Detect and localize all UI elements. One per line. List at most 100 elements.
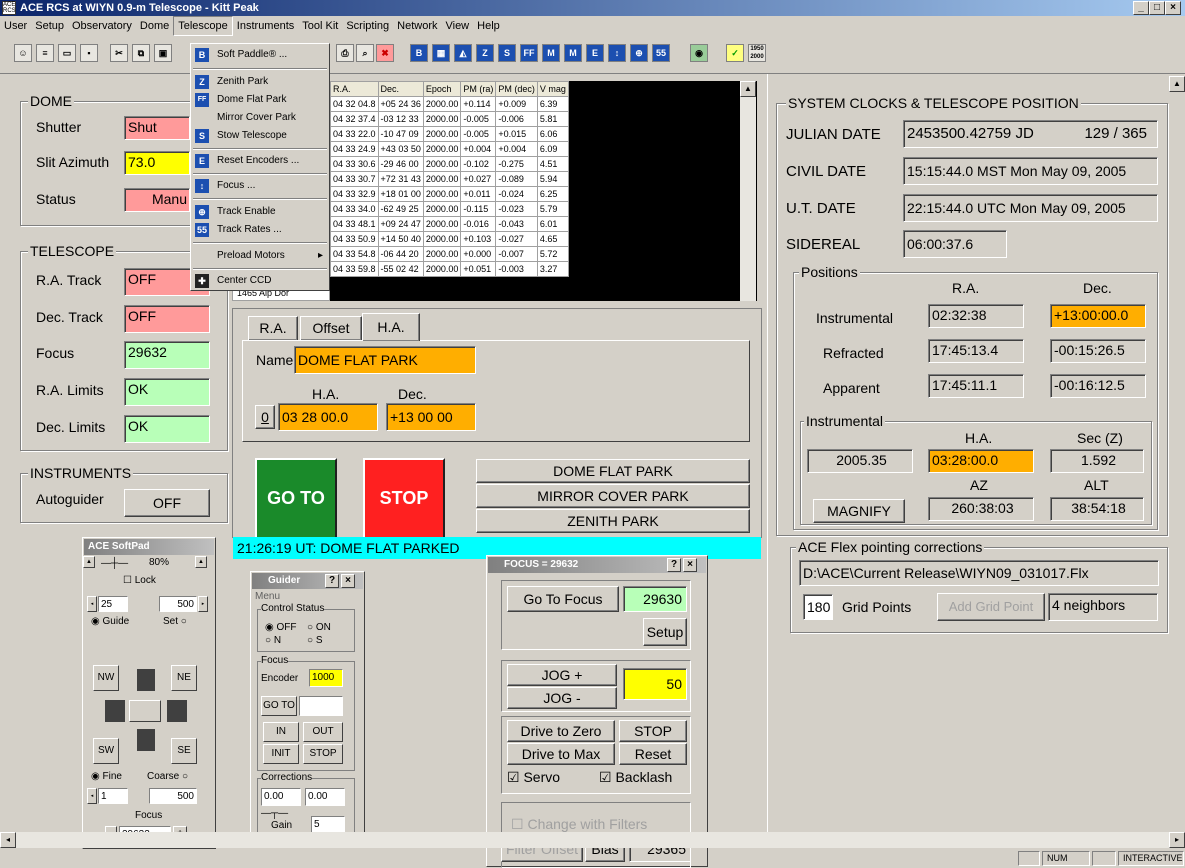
grid-points-input[interactable]: 180 [803,594,833,620]
copy-icon[interactable]: ⧉ [132,44,150,62]
paste-icon[interactable]: ▣ [154,44,172,62]
encoder-input[interactable]: 1000 [309,669,343,687]
close-icon[interactable]: × [1165,1,1181,15]
maximize-icon[interactable]: □ [1149,1,1165,15]
autoguider-button[interactable]: OFF [124,489,210,517]
ne-button[interactable]: NE [171,665,197,691]
table-row[interactable]: 04 33 30.6 -29 46 00 2000.00 -0.102 -0.275 4.… [330,156,569,172]
n-radio[interactable]: ○ N [265,635,281,646]
init-button[interactable]: INIT [263,744,299,764]
scroll-up-icon[interactable]: ▲ [740,81,756,97]
out-button[interactable]: OUT [303,722,343,742]
focus-stop-button[interactable]: STOP [619,720,687,742]
user-icon[interactable]: ☺ [14,44,32,62]
scroll-right-icon[interactable]: ▸ [1169,832,1185,848]
mirror-cover-park-button[interactable]: MIRROR COVER PARK [476,484,750,508]
zenith-park-button[interactable]: ZENITH PARK [476,509,750,533]
menu-help[interactable]: Help [473,17,504,35]
focus-close-button[interactable]: × [683,558,697,572]
menu-item-track-rates[interactable]: 55 Track Rates ... [191,221,329,239]
step-b-spin-icon[interactable]: ▸ [198,596,208,612]
print-icon[interactable]: ⎙ [336,44,354,62]
menu-item-soft-paddle[interactable]: B Soft Paddle® ... [191,46,329,64]
star-column-header[interactable]: PM (dec) [495,81,538,97]
menu-item-zenith-park[interactable]: Z Zenith Park [191,73,329,91]
change-with-filters-checkbox[interactable]: ☐ Change with Filters [511,816,647,833]
set-radio[interactable]: Set ○ [163,616,187,627]
dome-flat-icon[interactable]: FF [520,44,538,62]
zenith-park-icon[interactable]: Z [476,44,494,62]
track-rates-icon[interactable]: 55 [652,44,670,62]
coarse-radio[interactable]: Coarse ○ [147,771,188,782]
menu-network[interactable]: Network [393,17,441,35]
horizontal-scrollbar[interactable]: ◂ ▸ [0,832,1185,848]
minimize-icon[interactable]: _ [1133,1,1149,15]
se-button[interactable]: SE [171,738,197,764]
menu-item-focus[interactable]: ↕ Focus ... [191,177,329,195]
zero-button[interactable]: 0 [255,405,275,429]
menu-scripting[interactable]: Scripting [342,17,393,35]
backlash-checkbox[interactable]: ☑ Backlash [599,769,672,786]
goto-button[interactable]: GO TO [255,458,337,540]
star-column-header[interactable]: PM (ra) [460,81,497,97]
menu-setup[interactable]: Setup [31,17,68,35]
jog-minus-button[interactable]: JOG - [507,687,617,709]
softpad-scroll-up-icon[interactable]: ▲ [83,556,95,568]
menu-item-mirror-cover-park[interactable]: Mirror Cover Park [191,109,329,127]
checkmark-icon[interactable]: ✓ [726,44,744,62]
menu-item-stow-telescope[interactable]: S Stow Telescope [191,127,329,145]
menu-user[interactable]: User [0,17,31,35]
menu-item-center-ccd[interactable]: ✚ Center CCD [191,272,329,290]
menu-item-track-enable[interactable]: ⊕ Track Enable [191,203,329,221]
table-row[interactable]: 04 33 50.9 +14 50 40 2000.00 +0.103 -0.027 4.… [330,231,569,247]
magnify-button[interactable]: MAGNIFY [813,499,905,523]
coarse-input[interactable]: 500 [149,788,197,804]
drive-to-max-button[interactable]: Drive to Max [507,743,615,765]
cut-icon[interactable]: ✂ [110,44,128,62]
guider-help-button[interactable]: ? [325,574,339,588]
center-button[interactable] [129,700,161,722]
open-folder-icon[interactable]: ▭ [58,44,76,62]
menu-instruments[interactable]: Instruments [233,17,298,35]
on-radio[interactable]: ○ ON [307,622,331,633]
menu-item-reset-encoders[interactable]: E Reset Encoders ... [191,152,329,170]
table-row[interactable]: 04 33 34.0 -62 49 25 2000.00 -0.115 -0.023 5.… [330,201,569,217]
fine-radio[interactable]: ◉ Fine [91,771,122,782]
table-row[interactable]: 04 33 54.8 -06 44 20 2000.00 +0.000 -0.007 5.… [330,246,569,262]
menu-item-dome-flat-park[interactable]: FF Dome Flat Park [191,91,329,109]
new-file-icon[interactable]: ≡ [36,44,54,62]
jog-step-input[interactable]: 50 [623,668,687,700]
fine-input[interactable]: 1 [98,788,128,804]
focus-help-button[interactable]: ? [667,558,681,572]
correction-b-input[interactable]: 0.00 [305,788,345,806]
grid-icon[interactable]: ▦ [432,44,450,62]
speed-up-icon[interactable]: ▲ [195,556,207,568]
lock-checkbox[interactable]: ☐ Lock [123,575,156,586]
focus-reset-button[interactable]: Reset [619,743,687,765]
menu-view[interactable]: View [441,17,473,35]
jog-plus-button[interactable]: JOG + [507,664,617,686]
stow-icon[interactable]: S [498,44,516,62]
guider-goto-button[interactable]: GO TO [261,696,297,716]
step-a-input[interactable]: 25 [98,596,128,612]
star-column-header[interactable]: R.A. [330,81,379,97]
in-button[interactable]: IN [263,722,299,742]
tab-ra[interactable]: R.A. [248,316,298,340]
s-radio[interactable]: ○ S [307,635,323,646]
table-row[interactable]: 04 32 04.8 +05 24 36 2000.00 +0.114 +0.009 6.… [330,96,569,112]
correction-a-input[interactable]: 0.00 [261,788,301,806]
globe-icon[interactable]: ◉ [690,44,708,62]
gain-slider[interactable]: —┬— [261,808,288,819]
encoder-icon[interactable]: E [586,44,604,62]
guider-goto-input[interactable] [299,696,343,716]
add-grid-point-button[interactable]: Add Grid Point [937,593,1045,621]
menu-toolkit[interactable]: Tool Kit [298,17,342,35]
star-table-scrollbar[interactable]: ▲ [740,81,756,301]
epoch-icon[interactable]: 1950 2000 [748,44,766,62]
tab-offset[interactable]: Offset [300,316,362,340]
target-name-input[interactable]: DOME FLAT PARK [294,346,476,374]
table-row[interactable]: 04 32 37.4 -03 12 33 2000.00 -0.005 -0.006 5.… [330,111,569,127]
sw-button[interactable]: SW [93,738,119,764]
softpaddle-icon[interactable]: B [410,44,428,62]
south-button[interactable] [137,729,155,751]
